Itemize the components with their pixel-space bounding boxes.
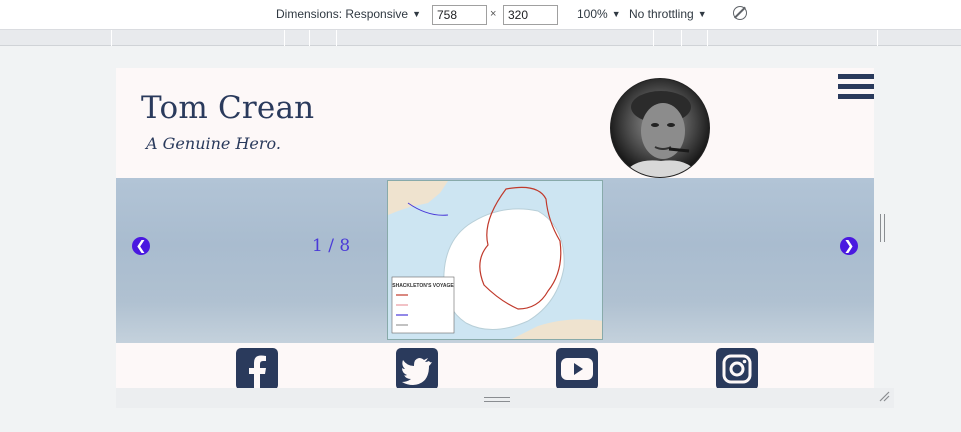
arrow-right-circle-icon[interactable]: ❯: [840, 237, 858, 255]
ruler-tick: [681, 30, 682, 46]
ruler-tick: [877, 30, 878, 46]
right-resize-handle[interactable]: [880, 214, 885, 242]
zoom-label: 100%: [577, 7, 608, 21]
ruler-tick: [284, 30, 285, 46]
menu-bar: [838, 94, 874, 99]
image-slider: ❮ 1 / 8 SHACKLETON'S VOYAGE ❯: [116, 178, 874, 343]
facebook-icon[interactable]: [236, 348, 278, 388]
chevron-down-icon: ▼: [412, 9, 421, 19]
map-graphic: SHACKLETON'S VOYAGE: [388, 181, 602, 339]
chevron-down-icon: ▼: [611, 9, 621, 19]
dimensions-dropdown[interactable]: Dimensions: Responsive ▼: [276, 7, 421, 21]
chevron-down-icon: ▼: [697, 9, 707, 19]
map-legend-title: SHACKLETON'S VOYAGE: [392, 283, 454, 289]
instagram-glyph: [722, 354, 752, 384]
ruler-tick: [309, 30, 310, 46]
site-subtitle: A Genuine Hero.: [146, 134, 281, 153]
facebook-glyph: [249, 355, 266, 388]
youtube-glyph: [561, 358, 593, 380]
twitter-icon[interactable]: [396, 348, 438, 388]
device-toolbar: Dimensions: Responsive▼ × 100%▼ No throt…: [0, 0, 961, 30]
menu-bar: [838, 74, 874, 79]
portrait-image: [622, 91, 700, 177]
throttling-label: No throttling: [629, 7, 694, 21]
hamburger-menu-button[interactable]: [838, 74, 874, 102]
corner-resize-icon[interactable]: [878, 390, 890, 402]
emulated-page: Tom Crean A Genuine Hero. ❮ 1 / 8 SHACKL…: [116, 68, 874, 388]
arrow-left-circle-icon[interactable]: ❮: [132, 237, 150, 255]
media-query-ruler[interactable]: [0, 30, 961, 46]
height-input[interactable]: [503, 5, 558, 25]
ruler-tick: [111, 30, 112, 46]
portrait-avatar: [610, 78, 710, 178]
youtube-icon[interactable]: [556, 348, 598, 388]
twitter-glyph: [402, 358, 432, 385]
zoom-dropdown[interactable]: 100% ▼: [577, 7, 621, 21]
slide-counter: 1 / 8: [312, 236, 351, 256]
dimensions-label: Dimensions: Responsive: [276, 7, 409, 21]
rotate-icon[interactable]: [733, 6, 747, 20]
site-title: Tom Crean: [141, 90, 315, 126]
shackleton-map-image[interactable]: SHACKLETON'S VOYAGE: [387, 180, 603, 340]
social-links: [116, 343, 874, 388]
bottom-resize-handle[interactable]: [484, 397, 510, 402]
width-input[interactable]: [432, 5, 487, 25]
ruler-tick: [653, 30, 654, 46]
times-symbol: ×: [490, 8, 497, 20]
menu-bar: [838, 84, 874, 89]
throttling-dropdown[interactable]: No throttling ▼: [629, 7, 707, 21]
ruler-tick: [707, 30, 708, 46]
device-viewport-area: Tom Crean A Genuine Hero. ❮ 1 / 8 SHACKL…: [0, 46, 961, 432]
ruler-tick: [336, 30, 337, 46]
instagram-icon[interactable]: [716, 348, 758, 388]
